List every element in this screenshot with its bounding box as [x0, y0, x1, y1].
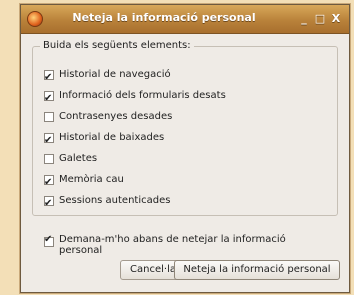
list-item[interactable]: Contrasenyes desades: [44, 106, 226, 127]
checkbox[interactable]: [44, 88, 54, 109]
checkbox[interactable]: [44, 193, 54, 214]
list-item[interactable]: Galetes: [44, 148, 226, 169]
ask-before-clearing[interactable]: Demana-m'ho abans de netejar la informac…: [44, 234, 324, 256]
checkbox[interactable]: [44, 130, 54, 151]
firefox-icon: [27, 11, 43, 27]
items-group-title: Buida els següents elements:: [40, 40, 194, 51]
item-label: Informació dels formularis desats: [59, 90, 226, 101]
window-title: Neteja la informació personal: [72, 11, 256, 24]
maximize-icon[interactable]: □: [313, 12, 327, 26]
clear-now-button[interactable]: Neteja la informació personal: [174, 260, 340, 280]
checkbox[interactable]: [44, 153, 54, 164]
item-label: Sessions autenticades: [59, 195, 171, 206]
ask-label: Demana-m'ho abans de netejar la informac…: [59, 234, 286, 256]
items-list: Historial de navegació Informació dels f…: [44, 64, 226, 214]
list-item[interactable]: Sessions autenticades: [44, 190, 226, 214]
list-item[interactable]: Historial de baixades: [44, 127, 226, 151]
item-label: Contrasenyes desades: [59, 111, 173, 122]
item-label: Memòria cau: [59, 174, 124, 185]
close-icon[interactable]: X: [329, 12, 343, 26]
checkbox[interactable]: [44, 111, 54, 122]
window-controls: _ □ X: [295, 12, 343, 26]
list-item[interactable]: Historial de navegació: [44, 64, 226, 88]
ask-checkbox[interactable]: [44, 234, 54, 247]
checkbox[interactable]: [44, 172, 54, 193]
item-label: Galetes: [59, 153, 98, 164]
item-label: Historial de navegació: [59, 69, 171, 80]
minimize-icon[interactable]: _: [297, 12, 311, 26]
list-item[interactable]: Informació dels formularis desats: [44, 85, 226, 109]
checkbox[interactable]: [44, 67, 54, 88]
title-bar[interactable]: Neteja la informació personal _ □ X: [21, 5, 349, 34]
item-label: Historial de baixades: [59, 132, 165, 143]
list-item[interactable]: Memòria cau: [44, 169, 226, 193]
